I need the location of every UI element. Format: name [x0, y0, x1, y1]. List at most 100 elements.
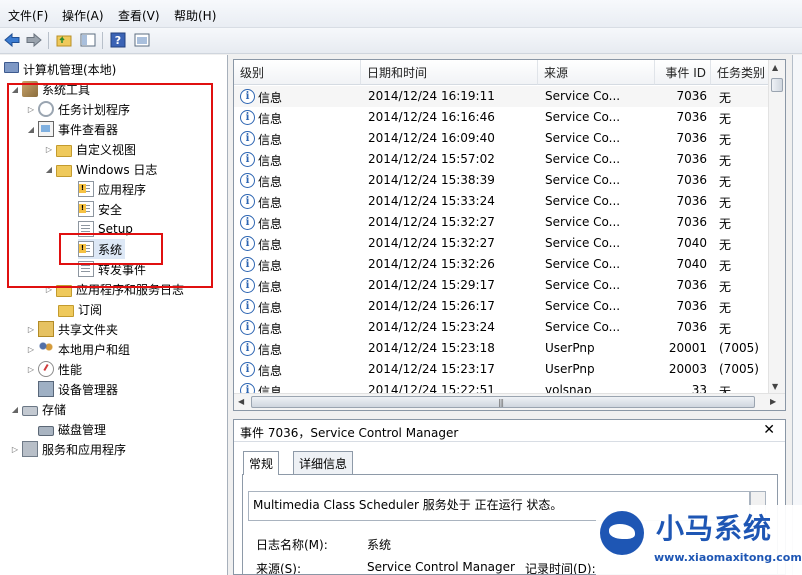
tree-item-event-viewer[interactable]: ◢ 事件查看器	[26, 119, 118, 139]
table-row[interactable]: i 信息 2014/12/24 15:32:27 Service Co... 7036 无	[234, 212, 769, 233]
tree-item-computer-management[interactable]: 计算机管理(本地)	[4, 59, 116, 79]
show-hide-tree-icon[interactable]	[79, 31, 97, 49]
clock-icon	[38, 101, 54, 117]
table-row[interactable]: i 信息 2014/12/24 15:57:02 Service Co... 7036 无	[234, 149, 769, 170]
tree-item-local-users[interactable]: ▷ 本地用户和组	[26, 339, 130, 359]
column-header-level[interactable]: 级别	[234, 60, 361, 85]
cell-task-category: 无	[719, 217, 732, 231]
tree-item-storage[interactable]: ◢ 存储	[10, 399, 66, 419]
cell-task-category: 无	[719, 259, 732, 273]
storage-icon	[22, 406, 38, 416]
menu-help[interactable]: 帮助(H)	[174, 7, 216, 24]
tree-item-system-log[interactable]: 系统	[78, 239, 126, 259]
cell-level: 信息	[258, 259, 283, 273]
scrollbar-thumb[interactable]	[771, 78, 783, 92]
tree-item-device-manager[interactable]: 设备管理器	[38, 379, 118, 399]
table-row[interactable]: i 信息 2014/12/24 15:23:24 Service Co... 7036 无	[234, 317, 769, 338]
collapse-arrow-icon[interactable]: ◢	[26, 125, 36, 134]
cell-datetime: 2014/12/24 15:33:24	[368, 194, 495, 208]
table-row[interactable]: i 信息 2014/12/24 15:26:17 Service Co... 7036 无	[234, 296, 769, 317]
scroll-left-arrow-icon[interactable]: ◀	[238, 397, 244, 406]
tree-item-performance[interactable]: ▷ 性能	[26, 359, 82, 379]
tree-item-app-service-logs[interactable]: ▷ 应用程序和服务日志	[44, 279, 184, 299]
cell-datetime: 2014/12/24 16:16:46	[368, 110, 495, 124]
collapse-arrow-icon[interactable]: ◢	[10, 405, 20, 414]
expand-arrow-icon[interactable]: ▷	[26, 345, 36, 354]
horizontal-scrollbar[interactable]: ◀ ||| ▶	[234, 393, 785, 410]
tree-item-security-log[interactable]: 安全	[78, 199, 122, 219]
cell-task-category: 无	[719, 322, 732, 336]
log-icon	[78, 181, 94, 197]
collapse-arrow-icon[interactable]: ◢	[44, 165, 54, 174]
cell-source: Service Co...	[545, 194, 621, 208]
expand-arrow-icon[interactable]: ▷	[26, 105, 36, 114]
column-header-event-id[interactable]: 事件 ID	[655, 60, 711, 85]
vertical-scrollbar[interactable]: ▲ ▼	[768, 60, 785, 394]
table-row[interactable]: i 信息 2014/12/24 15:32:27 Service Co... 7040 无	[234, 233, 769, 254]
cell-level: 信息	[258, 364, 283, 378]
scroll-down-arrow-icon[interactable]: ▼	[772, 382, 778, 391]
expand-arrow-icon[interactable]: ▷	[26, 325, 36, 334]
cell-level: 信息	[258, 280, 283, 294]
close-icon[interactable]: ✕	[763, 422, 775, 438]
up-folder-icon[interactable]	[55, 31, 73, 49]
log-icon	[78, 241, 94, 257]
table-row[interactable]: i 信息 2014/12/24 16:19:11 Service Co... 7036 无	[234, 86, 769, 107]
table-row[interactable]: i 信息 2014/12/24 16:16:46 Service Co... 7036 无	[234, 107, 769, 128]
toolbar-separator	[48, 32, 49, 49]
table-row[interactable]: i 信息 2014/12/24 15:32:26 Service Co... 7040 无	[234, 254, 769, 275]
tree-item-subscriptions[interactable]: 订阅	[58, 299, 102, 319]
toolbar-separator	[102, 32, 103, 49]
expand-arrow-icon[interactable]: ▷	[26, 365, 36, 374]
scroll-right-arrow-icon[interactable]: ▶	[770, 397, 776, 406]
tree-item-disk-management[interactable]: 磁盘管理	[38, 419, 106, 439]
cell-task-category: (7005)	[719, 362, 759, 376]
cell-datetime: 2014/12/24 15:23:17	[368, 362, 495, 376]
menu-view[interactable]: 查看(V)	[118, 7, 160, 24]
folder-icon	[56, 164, 72, 177]
forward-arrow-icon[interactable]	[25, 31, 43, 49]
tree-label: 磁盘管理	[58, 422, 107, 437]
tree-item-forwarded-events[interactable]: 转发事件	[78, 259, 146, 279]
cell-datetime: 2014/12/24 15:32:26	[368, 257, 495, 271]
info-icon: i	[240, 320, 255, 335]
tree-item-setup-log[interactable]: Setup	[78, 219, 133, 239]
column-header-datetime[interactable]: 日期和时间	[361, 60, 538, 85]
disk-icon	[38, 426, 54, 436]
cell-datetime: 2014/12/24 15:32:27	[368, 236, 495, 250]
performance-icon	[38, 361, 54, 377]
table-row[interactable]: i 信息 2014/12/24 15:23:17 UserPnp 20003 (7005)	[234, 359, 769, 380]
cell-event-id: 7036	[676, 152, 707, 166]
tree-item-shared-folders[interactable]: ▷ 共享文件夹	[26, 319, 118, 339]
tree-item-task-scheduler[interactable]: ▷ 任务计划程序	[26, 99, 130, 119]
tree-item-system-tools[interactable]: ◢ 系统工具	[10, 79, 90, 99]
collapse-arrow-icon[interactable]: ◢	[10, 85, 20, 94]
column-header-source[interactable]: 来源	[538, 60, 655, 85]
back-arrow-icon[interactable]	[3, 31, 21, 49]
tree-label: 系统	[98, 242, 123, 257]
properties-icon[interactable]	[133, 31, 151, 49]
info-icon: i	[240, 194, 255, 209]
tree-item-application-log[interactable]: 应用程序	[78, 179, 146, 199]
menu-file[interactable]: 文件(F)	[8, 7, 48, 24]
expand-arrow-icon[interactable]: ▷	[44, 145, 54, 154]
tab-details[interactable]: 详细信息	[293, 451, 354, 474]
table-row[interactable]: i 信息 2014/12/24 15:23:18 UserPnp 20001 (7005)	[234, 338, 769, 359]
scrollbar-thumb[interactable]: |||	[251, 396, 755, 408]
tree-item-services-apps[interactable]: ▷ 服务和应用程序	[10, 439, 126, 459]
scroll-up-arrow-icon[interactable]: ▲	[772, 63, 778, 72]
tree-label: 事件查看器	[58, 122, 119, 137]
expand-arrow-icon[interactable]: ▷	[10, 445, 20, 454]
cell-source: Service Co...	[545, 152, 621, 166]
cell-task-category: 无	[719, 154, 732, 168]
table-row[interactable]: i 信息 2014/12/24 15:38:39 Service Co... 7036 无	[234, 170, 769, 191]
menu-action[interactable]: 操作(A)	[62, 7, 104, 24]
expand-arrow-icon[interactable]: ▷	[44, 285, 54, 294]
tree-item-custom-views[interactable]: ▷ 自定义视图	[44, 139, 136, 159]
table-row[interactable]: i 信息 2014/12/24 15:29:17 Service Co... 7036 无	[234, 275, 769, 296]
help-icon[interactable]: ?	[109, 31, 127, 49]
tab-general[interactable]: 常规	[243, 451, 280, 475]
table-row[interactable]: i 信息 2014/12/24 16:09:40 Service Co... 7036 无	[234, 128, 769, 149]
tree-item-windows-logs[interactable]: ◢ Windows 日志	[44, 159, 157, 179]
table-row[interactable]: i 信息 2014/12/24 15:33:24 Service Co... 7036 无	[234, 191, 769, 212]
